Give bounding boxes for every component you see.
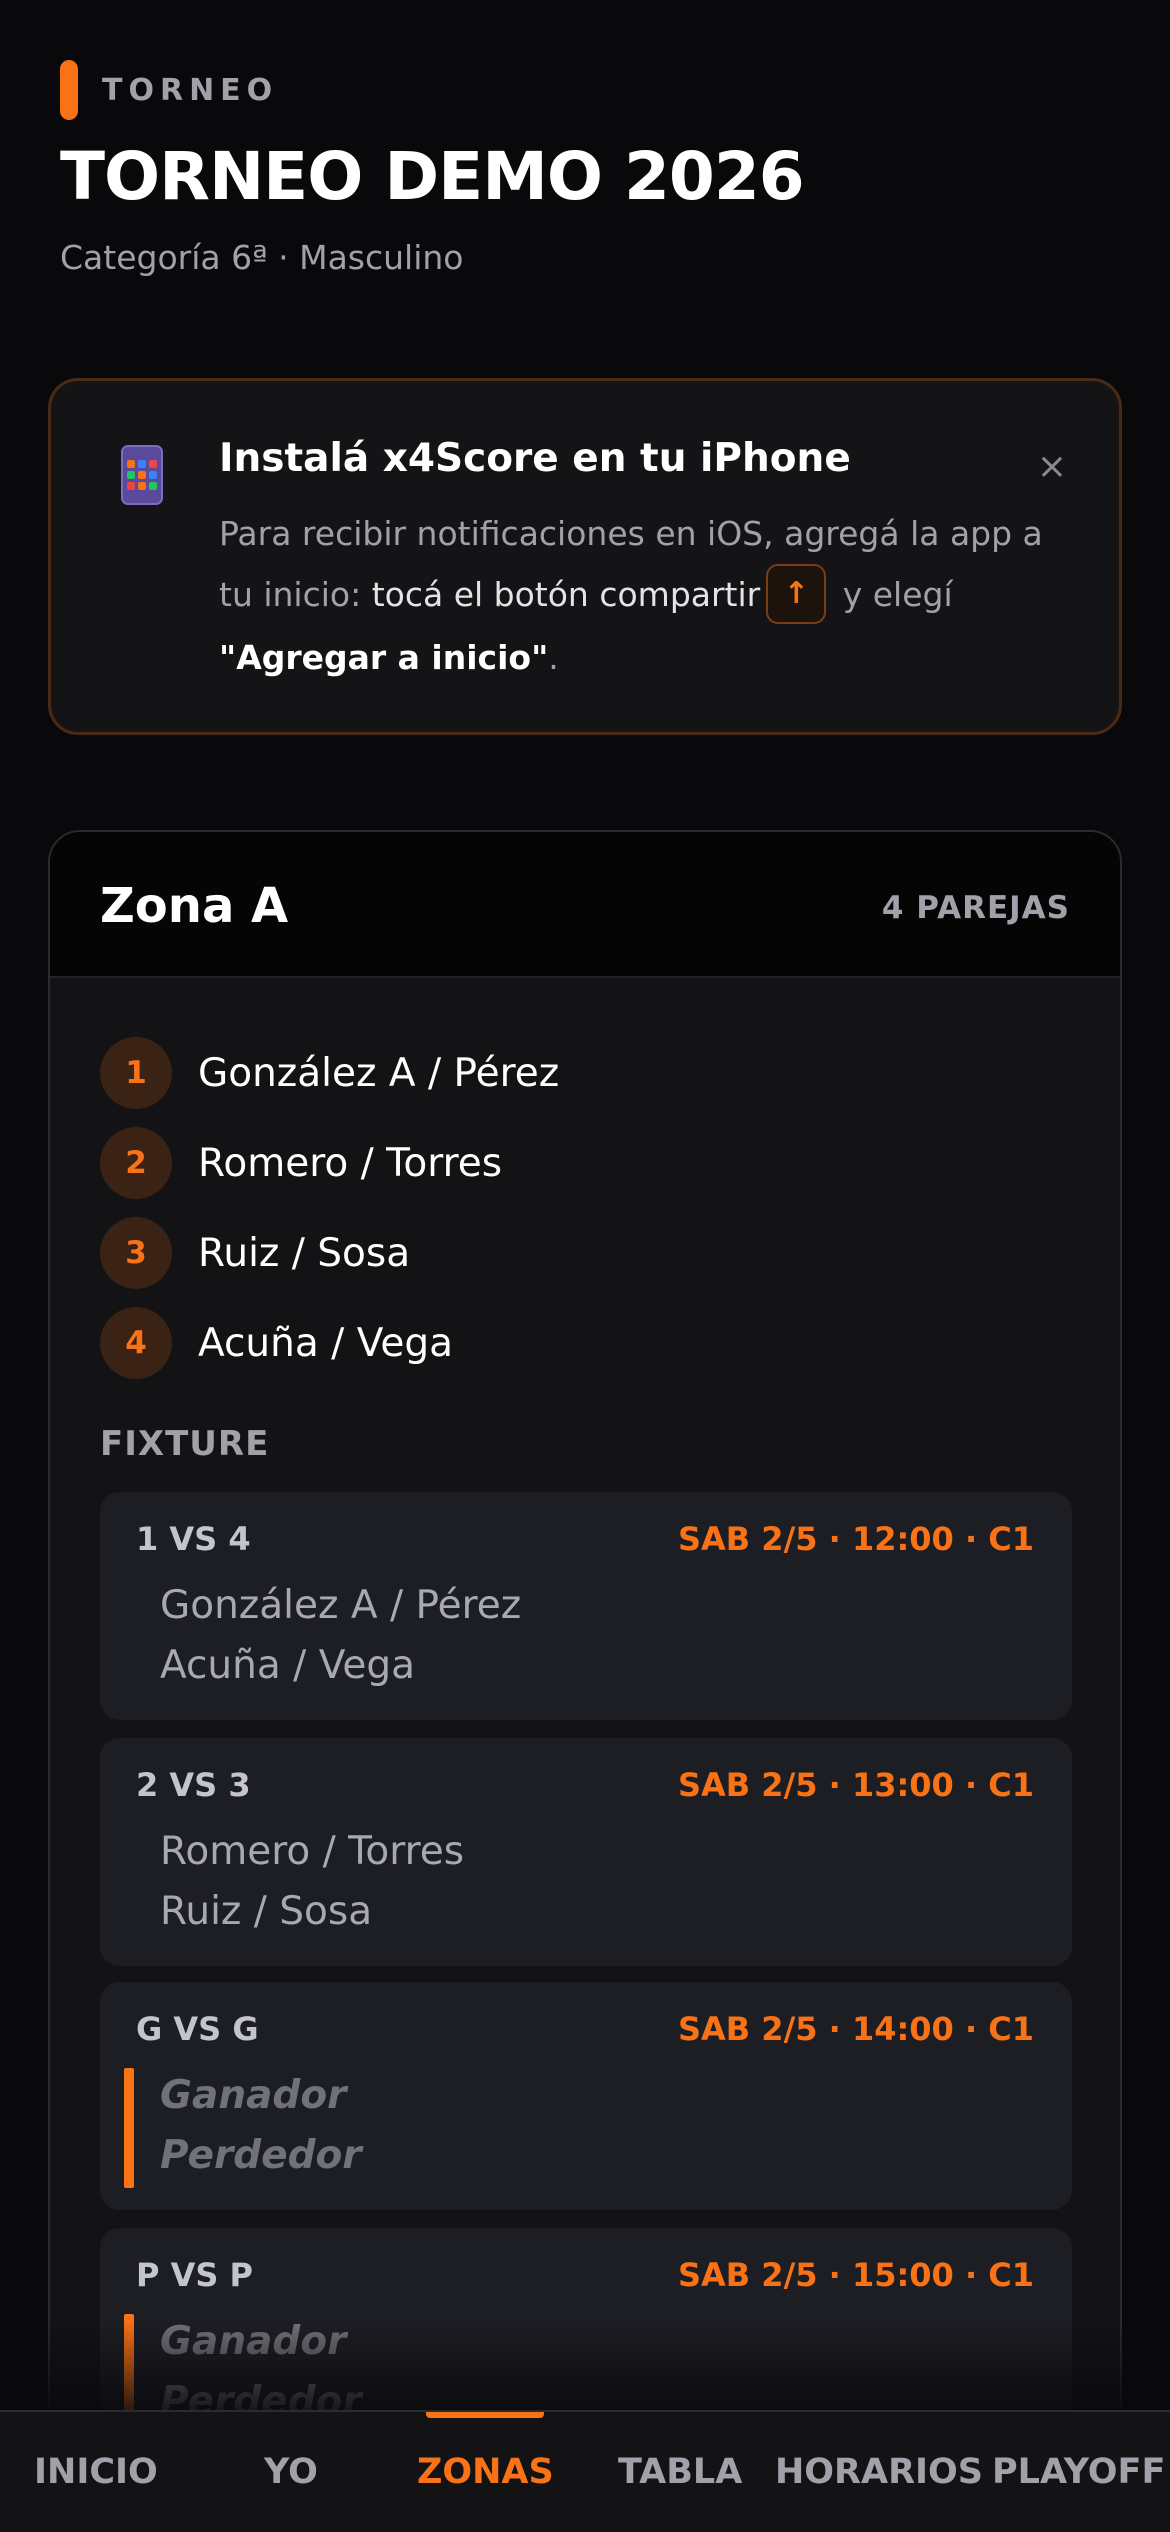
zone-card-header: Zona A 4 PAREJAS — [50, 832, 1120, 978]
nav-tab-yo[interactable]: YO — [264, 2452, 318, 2492]
pending-indicator — [124, 2068, 134, 2188]
banner-body: Para recibir notificaciones en iOS, agre… — [219, 503, 1049, 688]
banner-body-highlight: tocá el botón compartir — [371, 575, 761, 614]
banner-body-strong: "Agregar a inicio" — [219, 637, 549, 677]
rank-badge: 3 — [100, 1217, 172, 1289]
accent-bar — [60, 60, 78, 120]
match-teams: González A / Pérez Acuña / Vega — [160, 1576, 521, 1696]
team-name: Ruiz / Sosa — [198, 1230, 411, 1276]
nav-tab-inicio[interactable]: INICIO — [34, 2452, 158, 2492]
match-team-a: Ganador — [160, 2319, 347, 2364]
install-banner: Instalá x4Score en tu iPhone × Para reci… — [48, 378, 1122, 735]
nav-tab-playoff[interactable]: PLAYOFF — [992, 2452, 1165, 2492]
match-code: G VS G — [136, 2010, 259, 2048]
match-card[interactable]: 1 VS 4 SAB 2/5 · 12:00 · C1 González A /… — [100, 1492, 1072, 1720]
match-schedule: SAB 2/5 · 14:00 · C1 — [677, 2010, 1034, 2048]
rank-badge: 2 — [100, 1127, 172, 1199]
banner-title: Instalá x4Score en tu iPhone — [219, 436, 851, 481]
match-teams: Romero / Torres Ruiz / Sosa — [160, 1822, 464, 1942]
match-code: P VS P — [136, 2256, 253, 2294]
share-icon: ↑ — [766, 563, 827, 624]
team-name: Acuña / Vega — [198, 1320, 454, 1366]
team-name: Romero / Torres — [198, 1140, 503, 1186]
match-schedule: SAB 2/5 · 12:00 · C1 — [677, 1520, 1034, 1558]
eyebrow-label: TORNEO — [102, 72, 279, 108]
match-team-b: Ruiz / Sosa — [160, 1889, 373, 1934]
zone-pair-count: 4 PAREJAS — [881, 890, 1070, 926]
page-eyebrow: TORNEO — [60, 60, 278, 120]
nav-tab-horarios[interactable]: HORARIOS — [775, 2452, 983, 2492]
banner-body-text: y elegí — [832, 575, 953, 614]
zone-title: Zona A — [100, 878, 289, 934]
team-name: González A / Pérez — [198, 1050, 560, 1096]
app-screen: TORNEO TORNEO DEMO 2026 Categoría 6ª · M… — [0, 0, 1170, 2532]
nav-tab-zonas[interactable]: ZONAS — [417, 2452, 554, 2492]
team-row[interactable]: 2 Romero / Torres — [100, 1118, 559, 1208]
match-schedule: SAB 2/5 · 13:00 · C1 — [677, 1766, 1034, 1804]
match-teams: Ganador Perdedor — [160, 2066, 362, 2186]
page-title: TORNEO DEMO 2026 — [60, 138, 805, 215]
rank-badge: 4 — [100, 1307, 172, 1379]
team-row[interactable]: 1 González A / Pérez — [100, 1028, 559, 1118]
page-subtitle: Categoría 6ª · Masculino — [60, 238, 464, 277]
fixture-heading: FIXTURE — [100, 1424, 270, 1464]
nav-tab-tabla[interactable]: TABLA — [618, 2452, 742, 2492]
zone-card: Zona A 4 PAREJAS 1 González A / Pérez 2 … — [48, 830, 1122, 2532]
match-code: 2 VS 3 — [136, 1766, 251, 1804]
match-schedule: SAB 2/5 · 15:00 · C1 — [677, 2256, 1034, 2294]
match-card[interactable]: G VS G SAB 2/5 · 14:00 · C1 Ganador Perd… — [100, 1982, 1072, 2210]
match-code: 1 VS 4 — [136, 1520, 251, 1558]
match-card[interactable]: 2 VS 3 SAB 2/5 · 13:00 · C1 Romero / Tor… — [100, 1738, 1072, 1966]
match-team-b: Perdedor — [160, 2133, 362, 2178]
match-team-a: González A / Pérez — [160, 1583, 522, 1628]
team-row[interactable]: 3 Ruiz / Sosa — [100, 1208, 559, 1298]
close-icon[interactable]: × — [1037, 449, 1067, 485]
phone-app-icon — [121, 445, 163, 505]
banner-body-text: . — [548, 637, 559, 677]
active-tab-indicator — [426, 2412, 544, 2418]
bottom-nav: INICIO YO ZONAS TABLA HORARIOS PLAYOFF — [0, 2410, 1170, 2532]
match-team-a: Romero / Torres — [160, 1829, 465, 1874]
team-list: 1 González A / Pérez 2 Romero / Torres 3… — [100, 1028, 559, 1388]
match-team-b: Acuña / Vega — [160, 1643, 416, 1688]
rank-badge: 1 — [100, 1037, 172, 1109]
team-row[interactable]: 4 Acuña / Vega — [100, 1298, 559, 1388]
match-team-a: Ganador — [160, 2073, 347, 2118]
